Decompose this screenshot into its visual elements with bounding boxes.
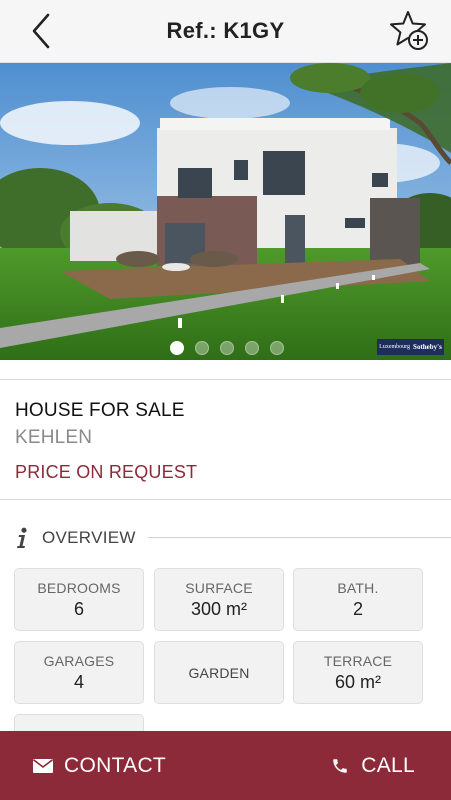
info-icon <box>17 527 27 548</box>
feature-label: TERRACE <box>323 652 393 669</box>
call-button[interactable]: CALL <box>331 731 451 800</box>
gallery-dot[interactable] <box>269 341 284 355</box>
back-button[interactable] <box>26 10 60 52</box>
agency-watermark: Luxembourg Sotheby's <box>377 339 444 355</box>
overview-heading: OVERVIEW <box>42 528 136 547</box>
add-favorite-button[interactable] <box>388 10 430 52</box>
contact-label: CONTACT <box>64 753 167 777</box>
feature-value: 6 <box>73 598 84 619</box>
feature-value: 2 <box>352 598 363 619</box>
feature-value: 300 m² <box>190 598 248 619</box>
feature-label: BATH. <box>337 579 379 596</box>
back-icon <box>32 13 50 49</box>
feature-value: 4 <box>73 671 84 692</box>
mail-icon <box>33 758 53 773</box>
header-bar: Ref.: K1GY <box>0 0 451 63</box>
feature-label: GARAGES <box>43 652 115 669</box>
feature-tile-surface: SURFACE 300 m² <box>154 568 284 631</box>
gallery-dot[interactable] <box>169 341 184 355</box>
contact-button[interactable]: CONTACT <box>0 731 166 800</box>
action-bar: CONTACT CALL <box>0 731 451 800</box>
feature-tile-terrace: TERRACE 60 m² <box>293 641 423 704</box>
property-type: HOUSE FOR SALE <box>15 400 185 421</box>
feature-tile-bathrooms: BATH. 2 <box>293 568 423 631</box>
watermark-line2: Sotheby's <box>413 343 442 351</box>
gallery-dot[interactable] <box>219 341 234 355</box>
property-price: PRICE ON REQUEST <box>15 462 198 482</box>
watermark-line1: Luxembourg <box>379 344 411 350</box>
divider <box>0 499 451 500</box>
feature-label: SURFACE <box>185 579 253 596</box>
page-title: Ref.: K1GY <box>166 18 285 43</box>
gallery-dot[interactable] <box>244 341 259 355</box>
call-label: CALL <box>361 753 415 777</box>
feature-label: GARDEN <box>188 664 250 681</box>
feature-tile-bedrooms: BEDROOMS 6 <box>14 568 144 631</box>
gallery-dot[interactable] <box>194 341 209 355</box>
property-location: KEHLEN <box>15 427 93 448</box>
divider <box>0 379 451 380</box>
property-photo[interactable] <box>0 63 451 360</box>
overview-divider <box>148 537 451 538</box>
feature-label: BEDROOMS <box>37 579 121 596</box>
feature-value: 60 m² <box>334 671 381 692</box>
feature-tile-garden: GARDEN <box>154 641 284 704</box>
favorite-add-icon <box>390 11 428 50</box>
phone-icon <box>333 758 348 773</box>
feature-tile-garages: GARAGES 4 <box>14 641 144 704</box>
